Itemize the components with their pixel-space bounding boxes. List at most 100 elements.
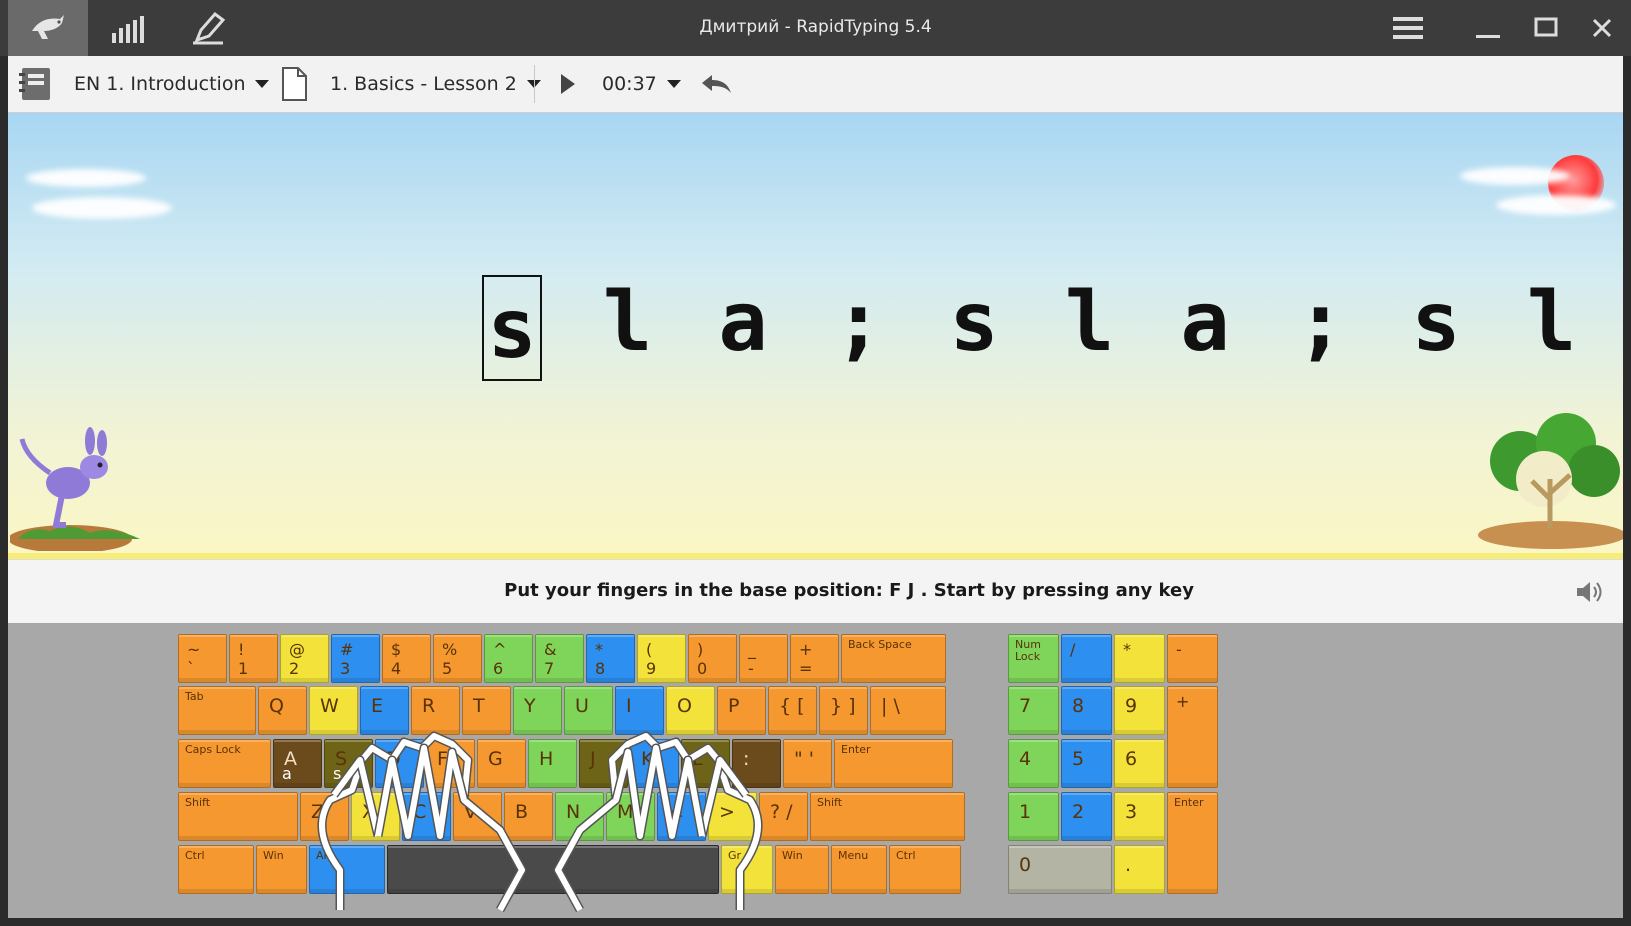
numpad-key-7[interactable]: 7 (1008, 686, 1059, 735)
key-row2-10[interactable]: : (732, 739, 781, 788)
title-bar: Дмитрий - RapidTyping 5.4 (0, 0, 1631, 56)
key-row1-12[interactable]: } ] (819, 686, 868, 735)
timer-dropdown[interactable]: 00:37 (602, 56, 681, 112)
key-row2-7[interactable]: J (579, 739, 628, 788)
key-row2-6[interactable]: H (528, 739, 577, 788)
key-row2-4[interactable]: F (426, 739, 475, 788)
numpad-key-0[interactable]: Num Lock (1008, 634, 1059, 683)
numpad-key-4[interactable]: 4 (1008, 739, 1059, 788)
key-row1-5[interactable]: T (462, 686, 511, 735)
key-row2-11[interactable]: " ' (783, 739, 832, 788)
chevron-down-icon (255, 80, 270, 88)
key-row1-7[interactable]: U (564, 686, 613, 735)
sound-button[interactable] (1575, 578, 1605, 610)
key-row1-6[interactable]: Y (513, 686, 562, 735)
key-row0-13[interactable]: Back Space (841, 634, 946, 683)
key-row0-11[interactable]: _ - (739, 634, 788, 683)
maximize-button[interactable] (1524, 8, 1568, 48)
key-row1-0[interactable]: Tab (178, 686, 256, 735)
numpad-decimal-key[interactable]: . (1114, 845, 1165, 894)
key-label: * (1123, 640, 1131, 659)
key-row4-1[interactable]: Win (256, 845, 307, 894)
key-row3-4[interactable]: V (453, 792, 502, 841)
numpad-key-2[interactable]: * (1114, 634, 1165, 683)
key-row0-1[interactable]: ! 1 (229, 634, 278, 683)
key-row3-6[interactable]: N (555, 792, 604, 841)
key-row3-8[interactable]: < (657, 792, 706, 841)
key-row4-4[interactable]: Gr (721, 845, 773, 894)
key-row3-7[interactable]: M (606, 792, 655, 841)
key-row1-13[interactable]: | \ (870, 686, 946, 735)
lesson-dropdown[interactable]: 1. Basics - Lesson 2 (330, 56, 541, 112)
numpad-key-1[interactable]: / (1061, 634, 1112, 683)
key-row1-1[interactable]: Q (258, 686, 307, 735)
key-row1-11[interactable]: { [ (768, 686, 817, 735)
key-row0-4[interactable]: $4 (382, 634, 431, 683)
numpad-zero-key[interactable]: 0 (1008, 845, 1112, 894)
key-row0-6[interactable]: ^ 6 (484, 634, 533, 683)
key-row2-3[interactable]: D (375, 739, 424, 788)
key-row2-8[interactable]: K (630, 739, 679, 788)
key-row0-9[interactable]: (9 (637, 634, 686, 683)
numpad-key-3[interactable]: 3 (1114, 792, 1165, 841)
key-label: 4 (1019, 748, 1032, 770)
key-row1-4[interactable]: R (411, 686, 460, 735)
key-row1-10[interactable]: P (717, 686, 766, 735)
play-button[interactable] (558, 56, 578, 112)
key-row2-5[interactable]: G (477, 739, 526, 788)
numpad-key-9[interactable]: 9 (1114, 686, 1165, 735)
numpad-key-3[interactable]: - (1167, 634, 1218, 683)
numpad-plus-key[interactable]: + (1167, 686, 1218, 788)
key-row4-0[interactable]: Ctrl (178, 845, 254, 894)
key-row4-2[interactable]: Alt (309, 845, 385, 894)
key-row2-9[interactable]: L (681, 739, 730, 788)
close-button[interactable] (1580, 8, 1624, 48)
lesson-character: s (1411, 275, 1461, 370)
lesson-label: 1. Basics - Lesson 2 (330, 73, 517, 95)
lesson-character: l (1064, 275, 1115, 370)
key-row3-0[interactable]: Shift (178, 792, 298, 841)
course-dropdown[interactable]: EN 1. Introduction (74, 56, 270, 112)
key-row2-0[interactable]: Caps Lock (178, 739, 271, 788)
numpad-enter-key[interactable]: Enter (1167, 792, 1218, 894)
key-row2-12[interactable]: Enter (834, 739, 953, 788)
key-row2-1[interactable]: Aa (273, 739, 322, 788)
key-label: Y (524, 695, 536, 717)
key-label: Ctrl (896, 849, 916, 862)
key-row3-1[interactable]: Z (300, 792, 349, 841)
key-row3-10[interactable]: ? / (759, 792, 808, 841)
key-row3-9[interactable]: > (708, 792, 757, 841)
key-row4-6[interactable]: Menu (831, 845, 887, 894)
key-row0-2[interactable]: @2 (280, 634, 329, 683)
key-row4-5[interactable]: Win (775, 845, 829, 894)
key-row3-11[interactable]: Shift (810, 792, 965, 841)
key-row3-2[interactable]: X (351, 792, 400, 841)
key-row0-0[interactable]: ~ ` (178, 634, 227, 683)
numpad-key-6[interactable]: 6 (1114, 739, 1165, 788)
numpad-key-2[interactable]: 2 (1061, 792, 1112, 841)
key-row4-7[interactable]: Ctrl (889, 845, 961, 894)
course-book-button[interactable] (18, 56, 56, 112)
space-bar[interactable] (387, 845, 719, 894)
key-row1-2[interactable]: W (309, 686, 358, 735)
key-row0-3[interactable]: #3 (331, 634, 380, 683)
key-row1-3[interactable]: E (360, 686, 409, 735)
key-row3-5[interactable]: B (504, 792, 553, 841)
key-row0-12[interactable]: + = (790, 634, 839, 683)
numpad-key-8[interactable]: 8 (1061, 686, 1112, 735)
restart-button[interactable] (698, 56, 734, 112)
minimize-button[interactable] (1466, 8, 1510, 48)
numpad-key-1[interactable]: 1 (1008, 792, 1059, 841)
key-row3-3[interactable]: C (402, 792, 451, 841)
key-row1-9[interactable]: O (666, 686, 715, 735)
numpad-key-5[interactable]: 5 (1061, 739, 1112, 788)
key-row1-8[interactable]: I (615, 686, 664, 735)
lesson-stage: s l a; s l a; s l (8, 113, 1623, 559)
key-row2-2[interactable]: Ss (324, 739, 373, 788)
key-row0-8[interactable]: * 8 (586, 634, 635, 683)
key-row0-5[interactable]: % 5 (433, 634, 482, 683)
key-row0-7[interactable]: & 7 (535, 634, 584, 683)
speaker-icon (1577, 582, 1602, 602)
menu-button[interactable] (1386, 8, 1430, 48)
key-row0-10[interactable]: ) 0 (688, 634, 737, 683)
